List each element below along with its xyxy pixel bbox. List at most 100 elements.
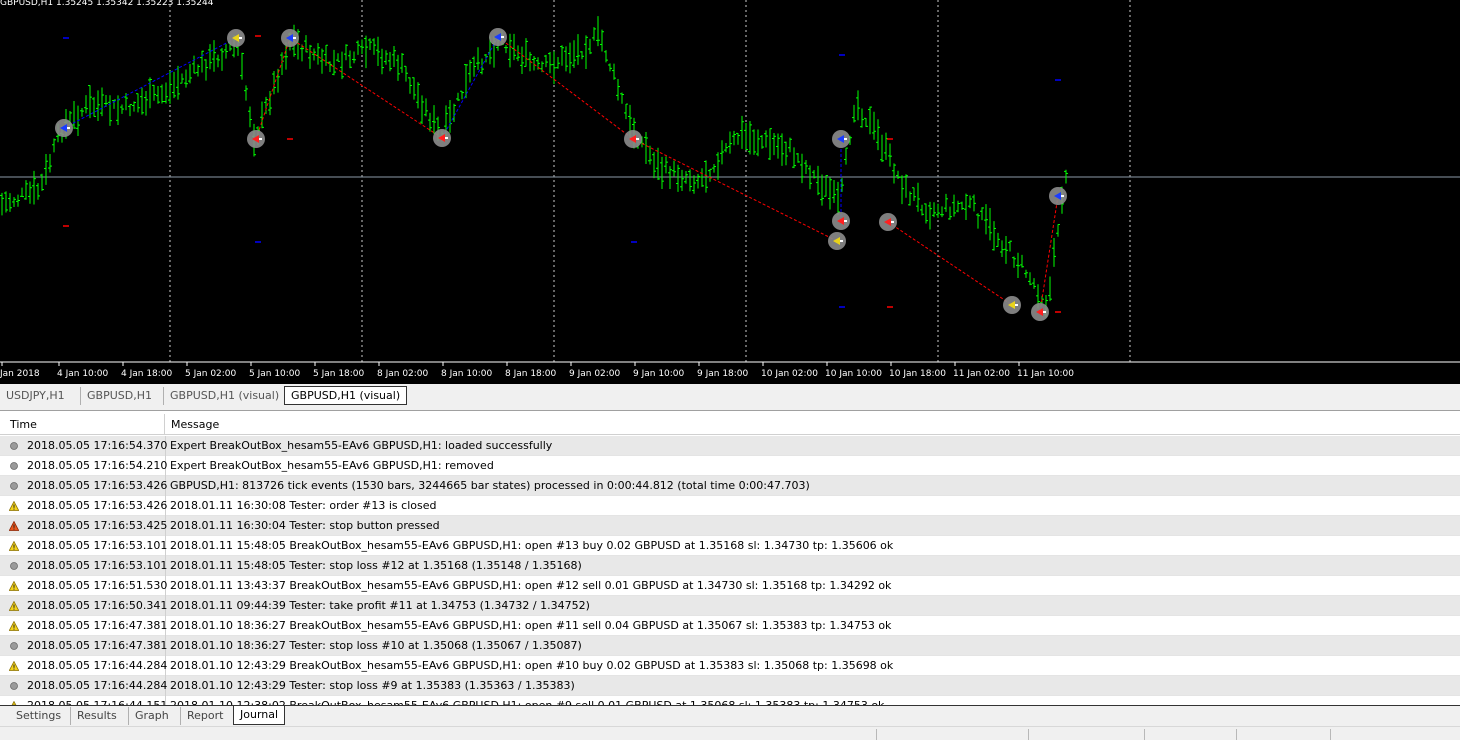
info-icon	[10, 442, 18, 450]
row-message: 2018.01.11 16:30:04 Tester: stop button …	[170, 519, 440, 532]
trade-arrow-tail-icon	[636, 138, 639, 140]
row-message: 2018.01.10 12:43:29 Tester: stop loss #9…	[170, 679, 575, 692]
trade-arrow-tail-icon	[840, 240, 843, 242]
time-axis-label: 9 Jan 18:00	[697, 369, 749, 379]
time-axis-label: 5 Jan 18:00	[313, 369, 365, 379]
terminal-tab-report[interactable]: Report	[180, 707, 229, 725]
status-bar	[0, 726, 1460, 740]
trade-arrow-tail-icon	[67, 127, 70, 129]
info-icon	[10, 482, 18, 490]
time-axis-label: 8 Jan 02:00	[377, 369, 429, 379]
status-divider	[1236, 729, 1237, 740]
info-icon	[10, 642, 18, 650]
status-divider	[1028, 729, 1029, 740]
terminal-tab-bar: Settings Results Graph Report Journal	[0, 705, 1460, 725]
table-row[interactable]: 2018.05.05 17:16:50.341 2018.01.11 09:44:…	[0, 596, 1460, 616]
row-message: GBPUSD,H1: 813726 tick events (1530 bars…	[170, 479, 810, 492]
error-icon	[9, 521, 19, 531]
trade-arrow-tail-icon	[1061, 195, 1064, 197]
trade-arrow-tail-icon	[1043, 311, 1046, 313]
table-row[interactable]: 2018.05.05 17:16:54.370 Expert BreakOutBo…	[0, 436, 1460, 456]
trade-line	[1039, 195, 1059, 313]
warning-icon	[9, 501, 19, 511]
trade-line	[887, 221, 1013, 306]
row-time: 2018.05.05 17:16:53.101	[27, 559, 168, 572]
table-row[interactable]: 2018.05.05 17:16:44.1512018.01.10 12:38:…	[0, 696, 1460, 705]
trade-arrow-tail-icon	[891, 221, 894, 223]
row-message: Expert BreakOutBox_hesam55-EAv6 GBPUSD,H…	[170, 439, 553, 452]
table-row[interactable]: 2018.05.05 17:16:54.210 Expert BreakOutBo…	[0, 456, 1460, 476]
column-header-time[interactable]: Time	[0, 414, 165, 435]
info-icon	[10, 562, 18, 570]
row-time: 2018.05.05 17:16:54.370	[27, 439, 168, 452]
warning-icon	[9, 581, 19, 591]
chart-tab[interactable]: GBPUSD,H1 (visual)	[163, 387, 285, 405]
info-icon	[10, 462, 18, 470]
chart-header: GBPUSD,H1 1.35245 1.35342 1.35223 1.3524…	[0, 0, 214, 8]
row-message: 2018.01.11 13:43:37 BreakOutBox_hesam55-…	[170, 579, 892, 592]
terminal-tab-results[interactable]: Results	[70, 707, 123, 725]
status-divider	[1330, 729, 1331, 740]
time-axis-label: 9 Jan 10:00	[633, 369, 685, 379]
table-row[interactable]: 2018.05.05 17:16:44.284 2018.01.10 12:43:…	[0, 676, 1460, 696]
terminal-tab-settings[interactable]: Settings	[10, 707, 67, 725]
info-icon	[10, 682, 18, 690]
row-message: 2018.01.11 15:48:05 Tester: stop loss #1…	[170, 559, 582, 572]
table-row[interactable]: 2018.05.05 17:16:53.425 2018.01.11 16:30:…	[0, 516, 1460, 536]
table-row[interactable]: 2018.05.05 17:16:44.284 2018.01.10 12:43:…	[0, 656, 1460, 676]
row-time: 2018.05.05 17:16:47.381	[27, 639, 168, 652]
journal-rows: 2018.05.05 17:16:54.370 Expert BreakOutBo…	[0, 436, 1460, 705]
chart-tab[interactable]: GBPUSD,H1 (visual)	[284, 386, 408, 405]
time-axis-label: 10 Jan 18:00	[889, 369, 946, 379]
trade-arrow-tail-icon	[844, 138, 847, 140]
table-row[interactable]: 2018.05.05 17:16:47.381 2018.01.10 18:36:…	[0, 636, 1460, 656]
row-time: 2018.05.05 17:16:50.341	[27, 599, 168, 612]
trade-line	[255, 37, 291, 140]
chart-tab-bar: USDJPY,H1 GBPUSD,H1 GBPUSD,H1 (visual) GBPU…	[0, 385, 1460, 407]
row-message: Expert BreakOutBox_hesam55-EAv6 GBPUSD,H…	[170, 459, 494, 472]
table-row[interactable]: 2018.05.05 17:16:53.101 2018.01.11 15:48:…	[0, 536, 1460, 556]
time-axis-label: 8 Jan 18:00	[505, 369, 557, 379]
chart-canvas[interactable]: Jan 2018 4 Jan 10:00 4 Jan 18:00 5 Jan 02:0…	[0, 0, 1460, 384]
warning-icon	[9, 541, 19, 551]
trade-line	[63, 37, 237, 129]
row-message: 2018.01.10 18:36:27 BreakOutBox_hesam55-…	[170, 619, 892, 632]
time-axis-label: 10 Jan 10:00	[825, 369, 882, 379]
trade-line	[632, 138, 838, 242]
time-axis-label: 8 Jan 10:00	[441, 369, 493, 379]
trade-arrow-tail-icon	[1015, 304, 1018, 306]
table-row[interactable]: 2018.05.05 17:16:51.530 2018.01.11 13:43:…	[0, 576, 1460, 596]
chart-tab[interactable]: GBPUSD,H1	[80, 387, 158, 405]
row-time: 2018.05.05 17:16:47.381	[27, 619, 168, 632]
chart-tab[interactable]: USDJPY,H1	[0, 387, 71, 405]
row-time: 2018.05.05 17:16:44.284	[27, 659, 168, 672]
trade-arrow-tail-icon	[501, 36, 504, 38]
table-row[interactable]: 2018.05.05 17:16:53.101 2018.01.11 15:48:…	[0, 556, 1460, 576]
row-message: 2018.01.10 18:36:27 Tester: stop loss #1…	[170, 639, 582, 652]
time-axis-label: 10 Jan 02:00	[761, 369, 818, 379]
row-time: 2018.05.05 17:16:51.530	[27, 579, 168, 592]
row-time: 2018.05.05 17:16:53.101	[27, 539, 168, 552]
row-time: 2018.05.05 17:16:44.151	[27, 696, 167, 705]
price-chart[interactable]: Jan 2018 4 Jan 10:00 4 Jan 18:00 5 Jan 02:0…	[0, 0, 1460, 384]
journal-header: Time Message	[0, 414, 1460, 435]
terminal-tab-graph[interactable]: Graph	[128, 707, 175, 725]
row-time: 2018.05.05 17:16:44.284	[27, 679, 168, 692]
row-time: 2018.05.05 17:16:54.210	[27, 459, 168, 472]
table-row[interactable]: 2018.05.05 17:16:47.381 2018.01.10 18:36:…	[0, 616, 1460, 636]
table-row[interactable]: 2018.05.05 17:16:53.426 2018.01.11 16:30:…	[0, 496, 1460, 516]
row-time: 2018.05.05 17:16:53.425	[27, 519, 168, 532]
terminal-tab-journal[interactable]: Journal	[233, 706, 286, 725]
row-message: 2018.01.11 16:30:08 Tester: order #13 is…	[170, 499, 437, 512]
column-header-message[interactable]: Message	[166, 414, 1460, 435]
time-axis-label: 5 Jan 10:00	[249, 369, 301, 379]
time-axis-label: 4 Jan 10:00	[57, 369, 109, 379]
warning-icon	[9, 601, 19, 611]
row-time: 2018.05.05 17:16:53.426	[27, 479, 168, 492]
journal-panel[interactable]: Time Message 2018.05.05 17:16:54.370 Expe…	[0, 410, 1460, 705]
table-row[interactable]: 2018.05.05 17:16:53.426 GBPUSD,H1: 813726…	[0, 476, 1460, 496]
trade-arrow-tail-icon	[259, 138, 262, 140]
trade-arrow-tail-icon	[844, 220, 847, 222]
row-message: 2018.01.11 15:48:05 BreakOutBox_hesam55-…	[170, 539, 894, 552]
trade-arrow-tail-icon	[293, 37, 296, 39]
